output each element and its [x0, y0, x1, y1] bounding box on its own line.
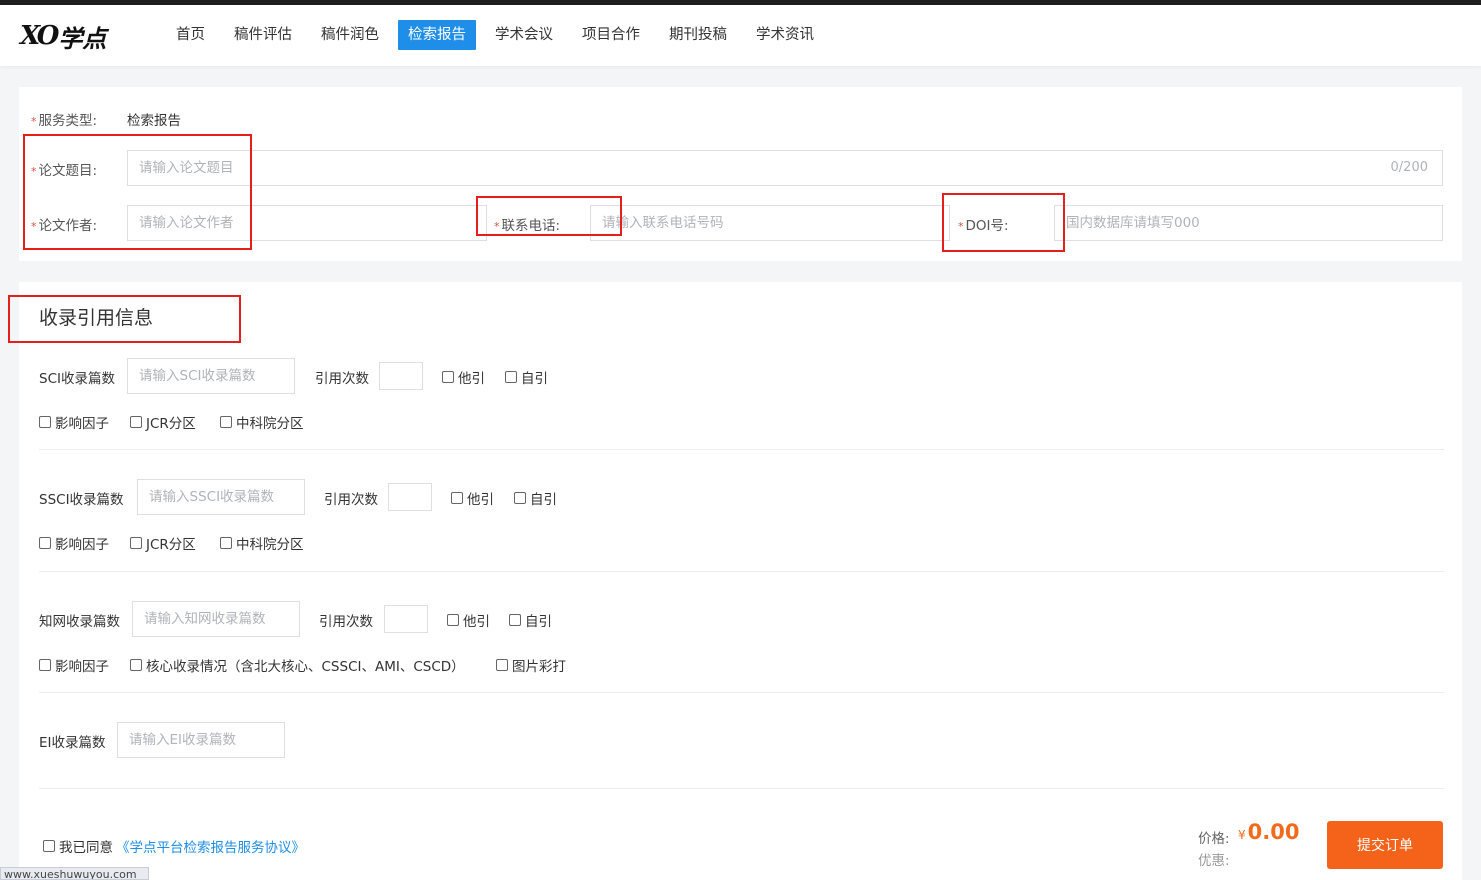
- nav-project-cooperation[interactable]: 项目合作: [572, 20, 650, 50]
- divider: [39, 692, 1444, 693]
- ssci-count-input[interactable]: 请输入SSCI收录篇数: [137, 479, 305, 515]
- sci-cas-checkbox[interactable]: 中科院分区: [220, 412, 304, 432]
- annotation-box: [23, 134, 252, 250]
- divider: [39, 571, 1444, 572]
- phone-input[interactable]: 请输入联系电话号码: [590, 205, 950, 241]
- cnki-cite-input[interactable]: [384, 605, 428, 633]
- service-type-label: * 服务类型:: [31, 113, 98, 129]
- ssci-cite-label: 引用次数: [324, 492, 378, 508]
- main-nav: 首页 稿件评估 稿件润色 检索报告 学术会议 项目合作 期刊投稿 学术资讯: [166, 20, 833, 50]
- sci-count-input[interactable]: 请输入SCI收录篇数: [127, 358, 295, 394]
- ssci-other-cite-checkbox[interactable]: 他引: [451, 488, 494, 508]
- price-value: ¥0.00: [1238, 820, 1300, 844]
- cnki-label: 知网收录篇数: [39, 614, 120, 630]
- nav-search-report[interactable]: 检索报告: [398, 20, 476, 50]
- annotation-box: [476, 196, 622, 236]
- cnki-core-checkbox[interactable]: 核心收录情况（含北大核心、CSSCI、AMI、CSCD）: [130, 655, 465, 675]
- price-label: 价格:: [1198, 831, 1230, 847]
- cnki-count-input[interactable]: 请输入知网收录篇数: [132, 601, 300, 637]
- title-input[interactable]: 请输入论文题目 0/200: [127, 150, 1443, 186]
- ssci-cas-checkbox[interactable]: 中科院分区: [220, 533, 304, 553]
- sci-impact-checkbox[interactable]: 影响因子: [39, 412, 109, 432]
- cnki-impact-checkbox[interactable]: 影响因子: [39, 655, 109, 675]
- doi-input[interactable]: 国内数据库请填写000: [1054, 205, 1443, 241]
- site-header: XO 学点 首页 稿件评估 稿件润色 检索报告 学术会议 项目合作 期刊投稿 学…: [0, 5, 1481, 66]
- logo-mark: XO: [20, 21, 59, 51]
- annotation-box: [942, 193, 1065, 252]
- ssci-jcr-checkbox[interactable]: JCR分区: [130, 533, 196, 553]
- divider: [39, 449, 1444, 450]
- nav-home[interactable]: 首页: [166, 20, 215, 50]
- discount-label: 优惠:: [1198, 853, 1230, 869]
- site-logo[interactable]: XO 学点: [20, 19, 106, 53]
- sci-cite-input[interactable]: [379, 362, 423, 390]
- cnki-color-print-checkbox[interactable]: 图片彩打: [496, 655, 566, 675]
- cnki-other-cite-checkbox[interactable]: 他引: [447, 610, 490, 630]
- cnki-self-cite-checkbox[interactable]: 自引: [509, 610, 552, 630]
- nav-academic-news[interactable]: 学术资讯: [746, 20, 824, 50]
- ei-count-input[interactable]: 请输入EI收录篇数: [117, 722, 285, 758]
- sci-other-cite-checkbox[interactable]: 他引: [442, 367, 485, 387]
- agreement-link[interactable]: 《学点平台检索报告服务协议》: [116, 836, 305, 856]
- title-char-count: 0/200: [1390, 160, 1428, 175]
- ssci-impact-checkbox[interactable]: 影响因子: [39, 533, 109, 553]
- sci-self-cite-checkbox[interactable]: 自引: [505, 367, 548, 387]
- logo-text: 学点: [58, 23, 107, 53]
- ssci-label: SSCI收录篇数: [39, 492, 124, 508]
- nav-manuscript-evaluation[interactable]: 稿件评估: [224, 20, 302, 50]
- status-bar-url: www.xueshuwuyou.com: [0, 867, 149, 880]
- ei-label: EI收录篇数: [39, 735, 106, 751]
- ssci-cite-input[interactable]: [388, 483, 432, 511]
- divider: [39, 788, 1444, 789]
- nav-academic-conference[interactable]: 学术会议: [485, 20, 563, 50]
- nav-manuscript-polishing[interactable]: 稿件润色: [311, 20, 389, 50]
- sci-jcr-checkbox[interactable]: JCR分区: [130, 412, 196, 432]
- submit-order-button[interactable]: 提交订单: [1327, 821, 1443, 869]
- annotation-box: [8, 295, 241, 343]
- ssci-self-cite-checkbox[interactable]: 自引: [514, 488, 557, 508]
- agreement-checkbox[interactable]: 我已同意: [43, 836, 113, 856]
- sci-cite-label: 引用次数: [315, 371, 369, 387]
- sci-label: SCI收录篇数: [39, 371, 115, 387]
- cnki-cite-label: 引用次数: [319, 614, 373, 630]
- nav-journal-submission[interactable]: 期刊投稿: [659, 20, 737, 50]
- service-type-value: 检索报告: [127, 113, 181, 129]
